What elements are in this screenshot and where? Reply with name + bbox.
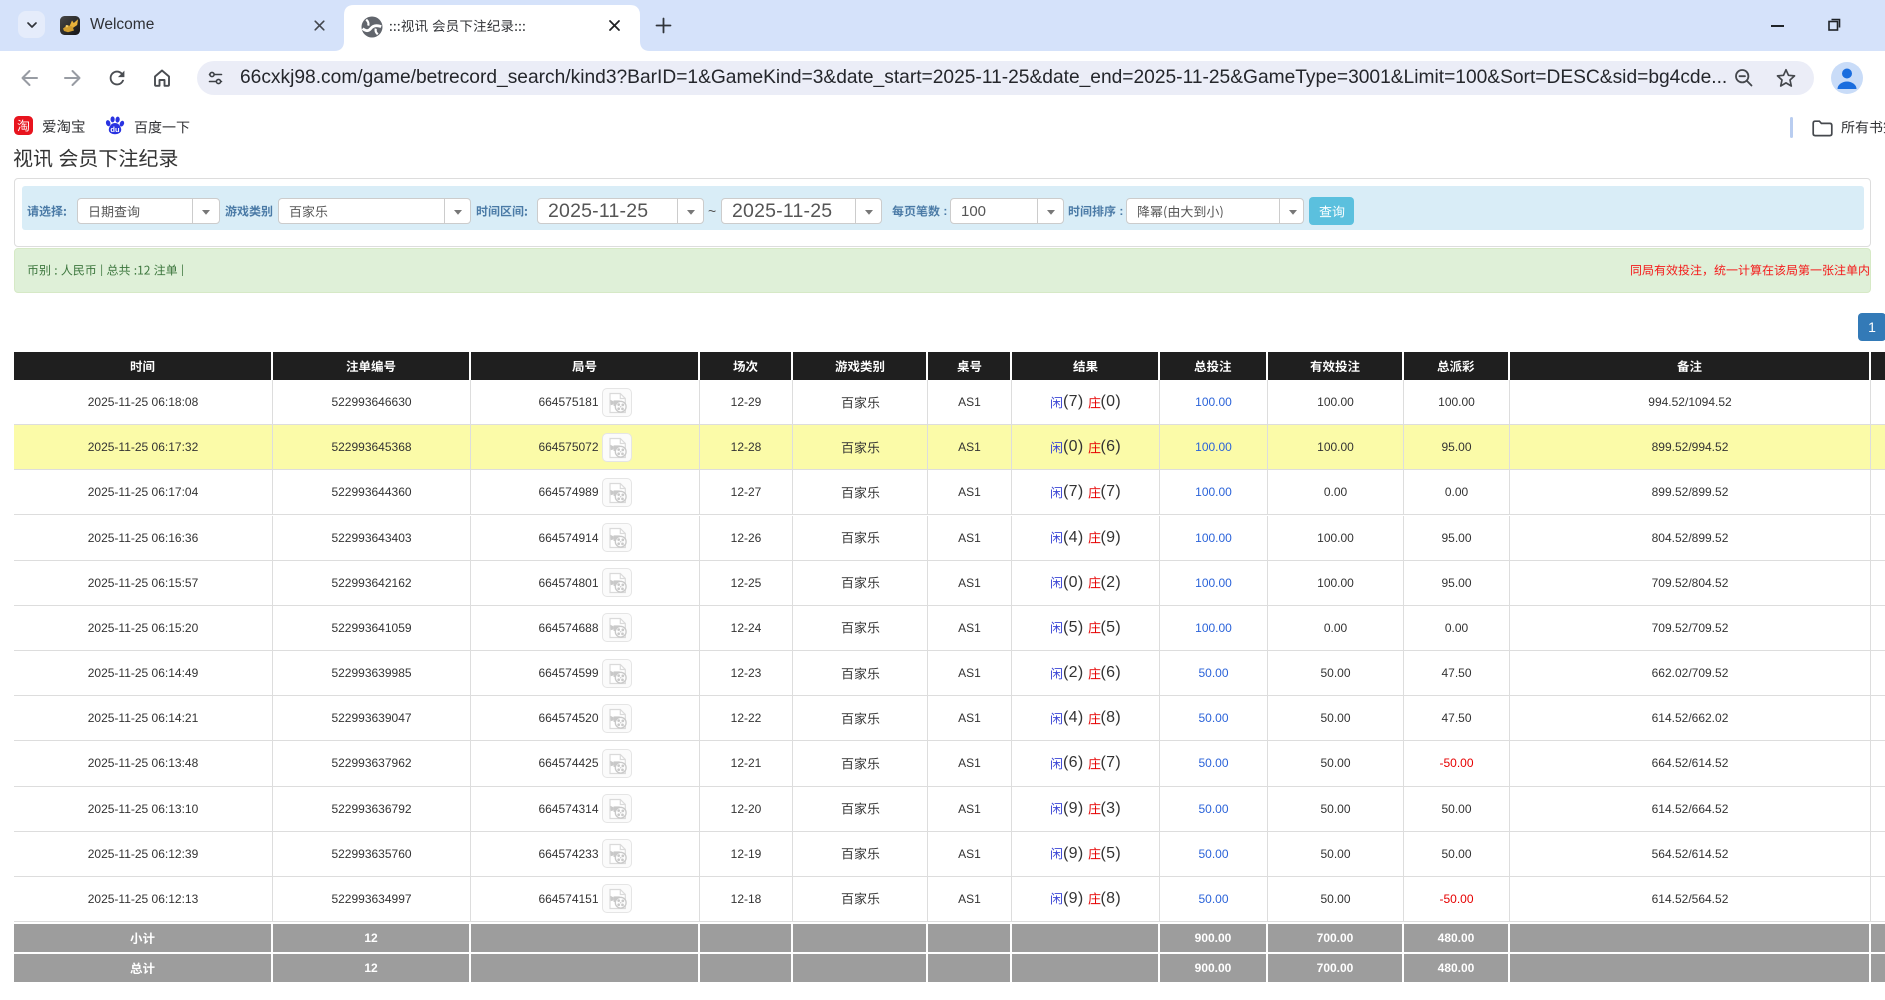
svg-text:du: du [110, 125, 120, 134]
